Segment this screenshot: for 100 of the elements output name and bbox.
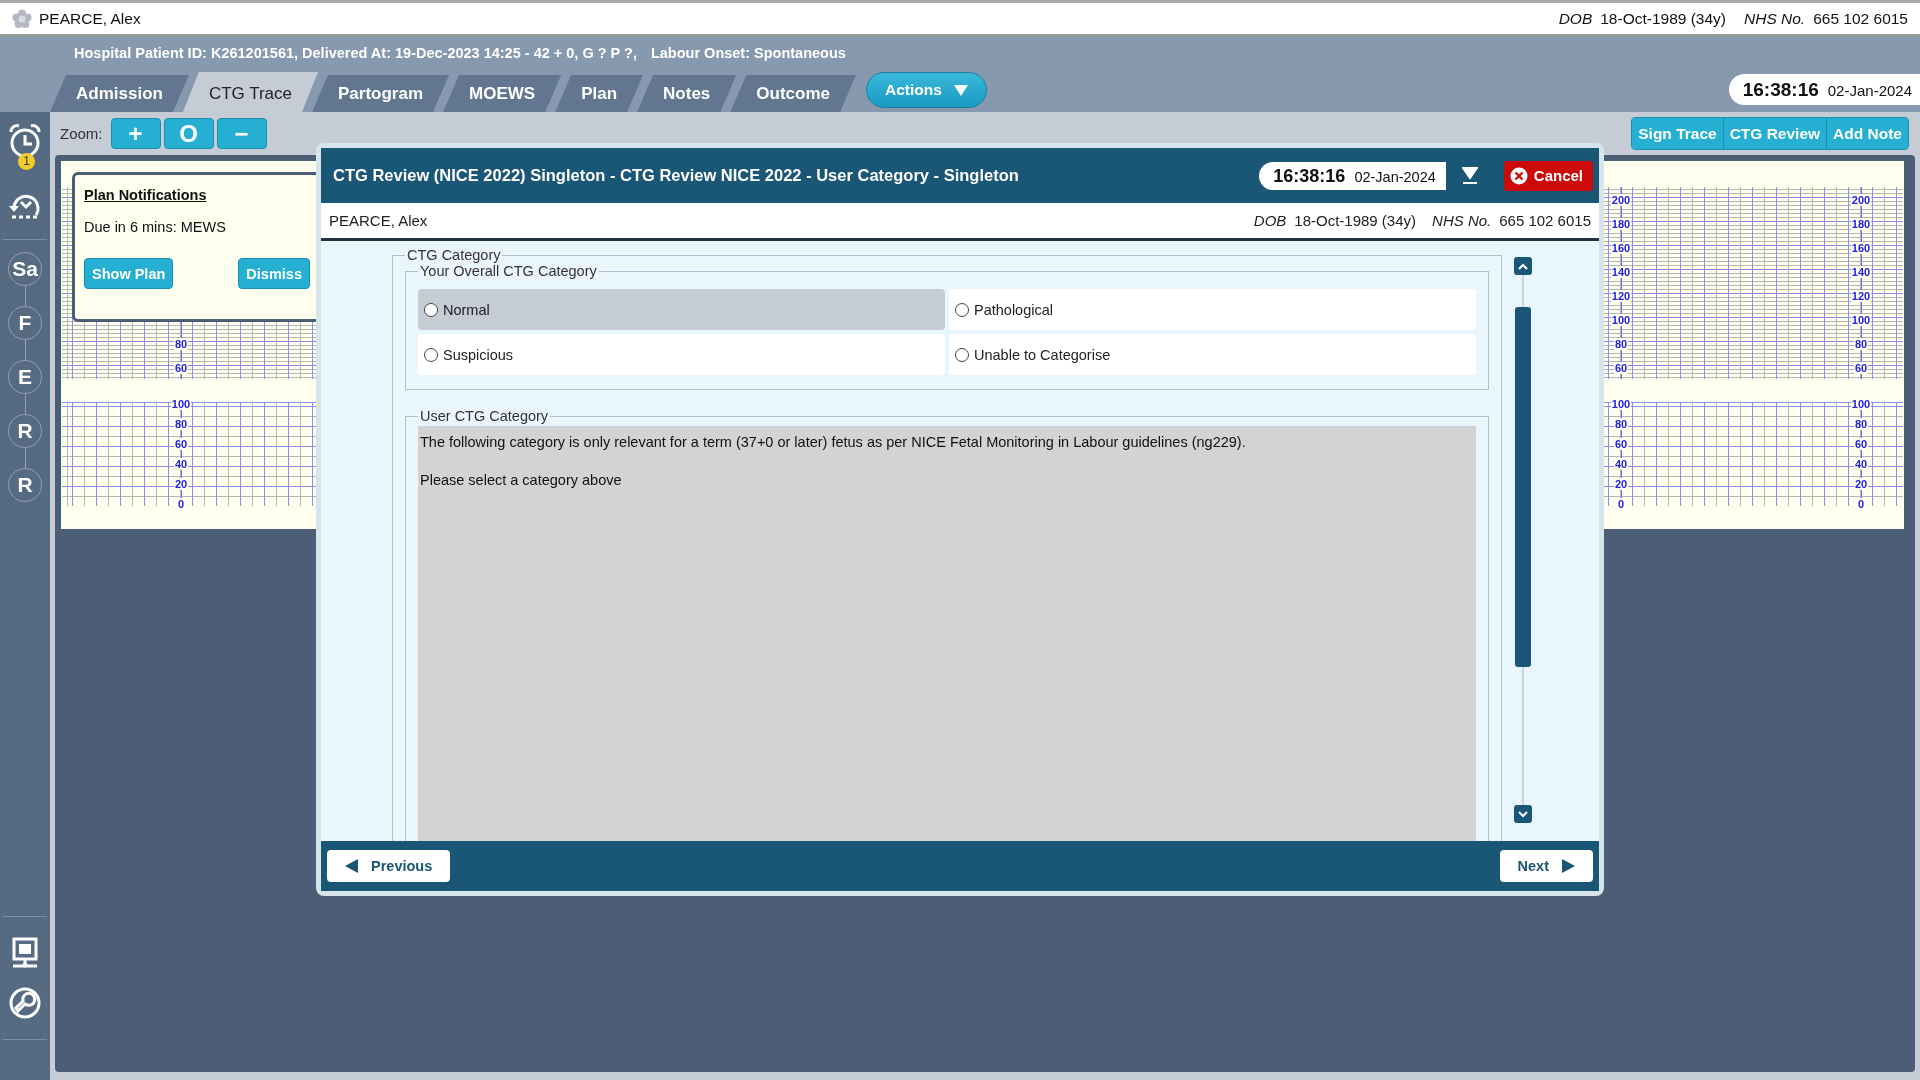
tab[interactable]: Admission [50,75,189,112]
clock-date: 02-Jan-2024 [1354,168,1436,185]
stage-circle[interactable]: Sa [8,252,42,286]
axis-label: 140 [1610,266,1632,278]
previous-button[interactable]: Previous [327,850,451,882]
axis-label: 180 [1850,218,1872,230]
cancel-button[interactable]: Cancel [1503,160,1593,191]
wrench-circle-icon[interactable] [9,987,41,1019]
axis-label: 0 [1616,498,1626,510]
radio-button[interactable] [424,302,438,317]
axis-label: 200 [1610,194,1632,206]
popup-button[interactable]: Dismiss [238,258,310,289]
info-text: The following category is only relevant for a term (37+0 or later) fetus as per NICE Fetal Monitoring in Labour guidelines (ng229). [420,434,1247,450]
stage-circle[interactable]: R [8,414,42,448]
axis-label: 80 [1853,338,1869,350]
axis-label: 80 [1613,338,1629,350]
axis-label: 120 [1610,290,1632,302]
axis-label: 80 [1853,418,1869,430]
patient-name: PEARCE, Alex [329,212,429,229]
option-label: Unable to Categorise [974,346,1111,363]
dob-value: 18-Oct-1989 (34y) [1600,9,1726,28]
radio-button[interactable] [955,302,969,317]
axis-label: 20 [1853,478,1869,490]
axis-label: 80 [173,338,189,350]
close-icon [1509,166,1528,185]
radio-button[interactable] [424,347,438,362]
flower-icon [12,8,32,29]
group-legend: User CTG Category [418,408,551,424]
nhs-number: 665 102 6015 [1813,9,1908,28]
caret-icon [953,84,968,96]
axis-label: 100 [1610,314,1632,326]
chevron-down-icon [1518,810,1528,818]
tab[interactable]: Plan [555,75,644,112]
zoom-button[interactable]: O [163,118,214,149]
axis-label: 200 [1850,194,1872,206]
stage-circle[interactable]: E [8,360,42,394]
tab[interactable]: Partogram [312,75,450,112]
radio-option[interactable]: Unable to Categorise [949,334,1476,375]
radio-button[interactable] [955,347,969,362]
stage-circle[interactable]: F [8,306,42,340]
tab[interactable]: CTG Trace [182,72,319,112]
triangle-right-icon [1561,859,1575,873]
radio-option[interactable]: Normal [418,289,945,330]
axis-label: 60 [1853,362,1869,374]
labour-onset: Labour Onset: Spontaneous [650,45,846,63]
clock-date: 02-Jan-2024 [1827,82,1912,99]
toolbar-button[interactable]: Add Note [1826,118,1908,149]
tab[interactable]: MOEWS [443,75,562,112]
patient-name: PEARCE, Alex [39,9,141,28]
clock-time: 16:38:16 [1273,165,1346,187]
axis-label: 140 [1850,266,1872,278]
toolbar-button[interactable]: Sign Trace [1632,118,1723,149]
option-label: Suspicious [443,346,514,363]
tab[interactable]: Outcome [730,75,856,112]
zoom-button[interactable]: − [216,118,267,149]
axis-label: 120 [1850,290,1872,302]
axis-label: 40 [1853,458,1869,470]
axis-label: 100 [1850,314,1872,326]
zoom-button[interactable]: + [110,118,161,149]
board-icon[interactable] [11,937,39,969]
nhs-label: NHS No. [1744,9,1806,28]
triangle-left-icon [345,859,359,873]
popup-button[interactable]: Show Plan [84,258,174,289]
clock-time: 16:38:16 [1742,79,1819,101]
axis-label: 100 [1610,398,1632,410]
axis-label: 60 [173,438,189,450]
zoom-label: Zoom: [60,125,103,142]
axis-label: 100 [170,398,192,410]
radio-option[interactable]: Pathological [949,289,1476,330]
scrollbar-thumb[interactable] [1515,307,1531,667]
axis-label: 20 [1613,478,1629,490]
scroll-down-button[interactable] [1514,805,1532,823]
option-label: Normal [443,301,490,318]
dob-label: DOB [1253,212,1287,229]
group-legend: Your Overall CTG Category [418,263,599,279]
radio-option[interactable]: Suspicious [418,334,945,375]
info-text: Please select a category above [420,472,623,488]
chevron-up-icon [1518,262,1528,270]
actions-button[interactable]: Actions [866,72,987,108]
axis-label: 80 [173,418,189,430]
axis-label: 60 [1853,438,1869,450]
popup-title: Plan Notifications [84,187,208,203]
nhs-label: NHS No. [1432,212,1492,229]
scroll-up-button[interactable] [1514,257,1532,275]
axis-label: 80 [1613,418,1629,430]
tab[interactable]: Notes [637,75,737,112]
axis-label: 0 [176,498,186,510]
option-label: Pathological [974,301,1053,318]
next-button[interactable]: Next [1499,850,1593,882]
axis-label: 0 [1856,498,1866,510]
axis-label: 40 [1613,458,1629,470]
axis-label: 160 [1610,242,1632,254]
group-legend: CTG Category [405,247,503,263]
nhs-number: 665 102 6015 [1499,212,1591,229]
stage-circle[interactable]: R [8,468,42,502]
axis-label: 180 [1610,218,1632,230]
toolbar-button[interactable]: CTG Review [1722,118,1827,149]
patient-info: Hospital Patient ID: K261201561, Delivered At: 19-Dec-2023 14:25 - 42 + 0, G ? P ?, [74,45,637,63]
dialog-title: CTG Review (NICE 2022) Singleton - CTG Review NICE 2022 - User Category - Singleton [333,166,1020,185]
triangle-bar-icon[interactable] [1461,166,1478,185]
